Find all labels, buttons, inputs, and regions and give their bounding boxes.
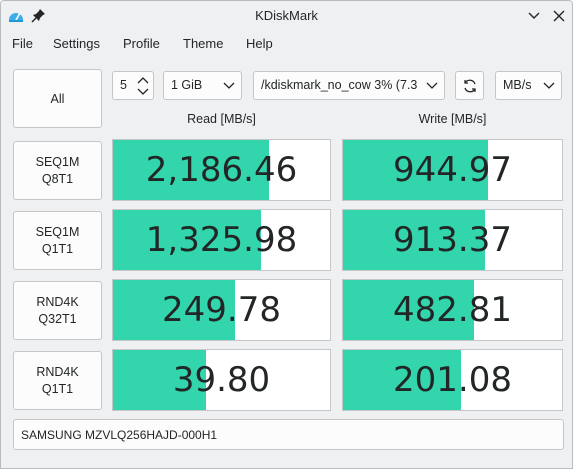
test-params: Q32T1 [38,311,77,326]
unit-value: MB/s [503,78,532,92]
read-value: 39.80 [172,360,271,400]
menu-settings[interactable]: Settings [51,36,102,51]
close-button[interactable] [550,7,568,25]
run-all-button[interactable]: All [13,69,102,128]
test-name: RND4K [36,294,79,309]
runs-value: 5 [120,78,127,92]
write-result-rnd4k-q32t1: 482.81 [342,279,563,341]
window-title: KDiskMark [255,8,318,23]
read-result-rnd4k-q1t1: 39.80 [112,349,331,411]
kdiskmark-window: KDiskMark File Settings Profile Theme He… [0,0,573,469]
write-header: Write [MB/s] [418,112,487,126]
target-select[interactable]: /kdiskmark_no_cow 3% (7.3 [253,71,445,100]
runs-spinbox[interactable]: 5 [112,71,154,100]
target-value: /kdiskmark_no_cow 3% (7.3 [261,78,418,92]
test-button-seq1m-q1t1[interactable]: SEQ1M Q1T1 [13,211,102,270]
main-panel: All 5 1 GiB /kdiskmark_no_cow 3% (7.3 MB… [1,59,572,468]
unit-select[interactable]: MB/s [495,71,562,100]
chevron-down-icon [543,82,555,89]
read-value: 1,325.98 [145,220,298,260]
device-info-field[interactable]: SAMSUNG MZVLQ256HAJD-000H1 [13,419,564,450]
test-params: Q1T1 [41,381,74,396]
test-name: SEQ1M [35,224,80,239]
write-result-seq1m-q8t1: 944.97 [342,139,563,201]
write-value: 944.97 [393,150,512,190]
size-select[interactable]: 1 GiB [163,71,242,100]
refresh-icon [463,79,476,92]
menu-theme[interactable]: Theme [181,36,225,51]
test-params: Q8T1 [41,171,74,186]
write-value: 913.37 [393,220,512,260]
close-icon [553,10,565,22]
title-bar: KDiskMark [1,1,572,31]
read-result-rnd4k-q32t1: 249.78 [112,279,331,341]
test-params: Q1T1 [41,241,74,256]
test-name: SEQ1M [35,154,80,169]
menu-file[interactable]: File [10,36,35,51]
menu-help[interactable]: Help [244,36,275,51]
minimize-button[interactable] [525,7,543,25]
chevron-down-icon [223,82,235,89]
chevron-down-icon [528,12,540,19]
write-result-seq1m-q1t1: 913.37 [342,209,563,271]
test-button-seq1m-q8t1[interactable]: SEQ1M Q8T1 [13,141,102,200]
size-value: 1 GiB [171,78,203,92]
write-result-rnd4k-q1t1: 201.08 [342,349,563,411]
write-value: 201.08 [393,360,512,400]
chevron-down-icon [426,82,438,89]
menu-profile[interactable]: Profile [121,36,162,51]
menu-bar: File Settings Profile Theme Help [1,31,572,59]
spin-arrows-icon[interactable] [135,74,151,98]
write-value: 482.81 [393,290,512,330]
test-name: RND4K [36,364,79,379]
refresh-button[interactable] [455,71,484,100]
test-button-rnd4k-q1t1[interactable]: RND4K Q1T1 [13,351,102,410]
read-value: 2,186.46 [145,150,298,190]
test-button-rnd4k-q32t1[interactable]: RND4K Q32T1 [13,281,102,340]
read-header: Read [MB/s] [187,112,256,126]
read-result-seq1m-q1t1: 1,325.98 [112,209,331,271]
read-value: 249.78 [162,290,281,330]
read-result-seq1m-q8t1: 2,186.46 [112,139,331,201]
